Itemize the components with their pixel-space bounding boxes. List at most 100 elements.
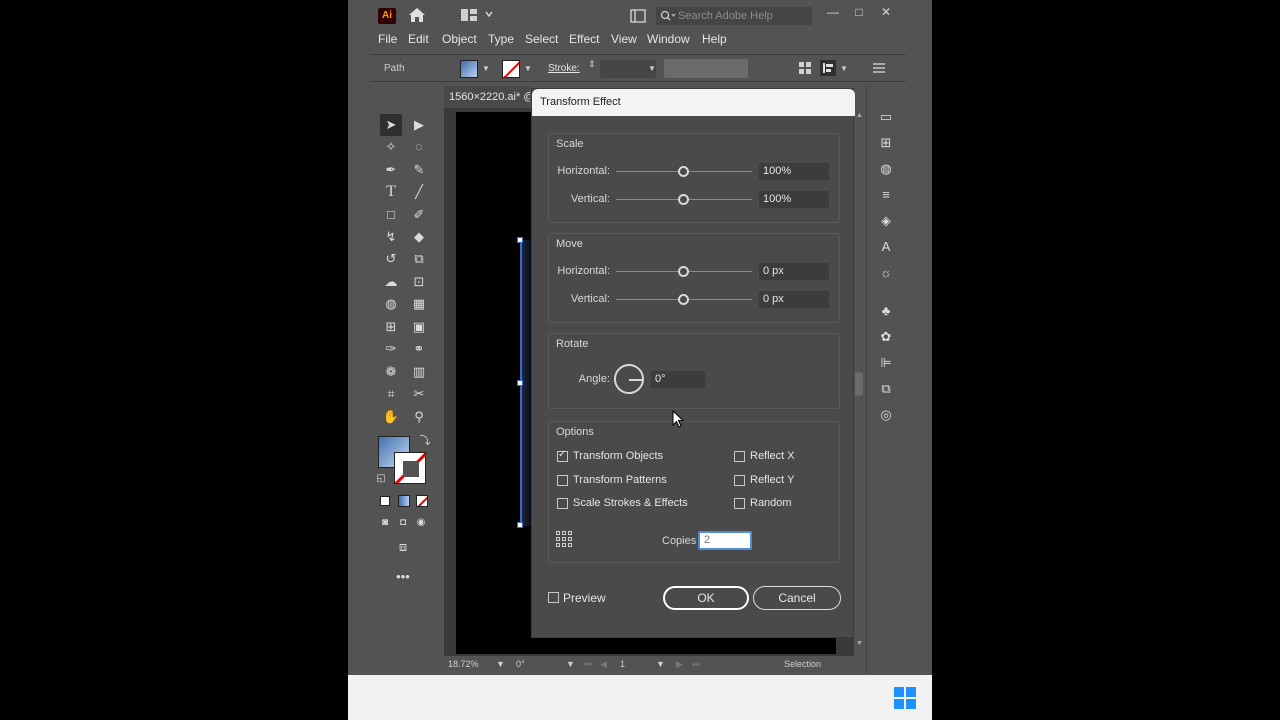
menu-type[interactable]: Type	[488, 32, 514, 46]
gradient-mode-icon[interactable]	[398, 495, 410, 507]
angle-dial-icon[interactable]	[614, 364, 644, 394]
rectangle-tool-icon[interactable]: □	[380, 204, 402, 226]
libraries-panel-icon[interactable]: ⊞	[877, 134, 895, 152]
dialog-title[interactable]: Transform Effect	[532, 89, 855, 116]
chevron-down-icon[interactable]: ▼	[482, 64, 490, 73]
angle-input[interactable]: 0°	[651, 371, 705, 388]
stroke-label[interactable]: Stroke:	[548, 63, 580, 74]
warp-tool-icon[interactable]: ☁	[380, 271, 402, 293]
first-artboard-icon[interactable]: ⏮	[584, 659, 592, 670]
scale-vertical-input[interactable]: 100%	[759, 191, 829, 208]
windows-start-icon[interactable]	[894, 687, 916, 709]
swap-colors-icon[interactable]: ⤵	[414, 430, 436, 452]
grid-align-icon[interactable]	[798, 61, 812, 75]
eraser-tool-icon[interactable]: ◆	[408, 226, 430, 248]
artboard-number[interactable]: 1	[620, 659, 625, 669]
stroke-color-swatch[interactable]	[394, 452, 426, 484]
scale-tool-icon[interactable]: ⧉	[408, 248, 430, 270]
type-tool-icon[interactable]: T	[380, 181, 402, 203]
stroke-stepper-icon[interactable]: ⇕	[588, 59, 596, 70]
scale-vertical-knob[interactable]	[678, 194, 689, 205]
chevron-down-icon[interactable]: ▼	[840, 64, 848, 73]
chevron-down-icon[interactable]	[484, 9, 494, 19]
properties-panel-icon[interactable]: ▭	[877, 108, 895, 126]
reflect-y-checkbox[interactable]	[734, 475, 745, 486]
last-artboard-icon[interactable]: ⏭	[692, 659, 700, 670]
character-panel-icon[interactable]: A	[877, 238, 895, 256]
color-panel-icon[interactable]: ◍	[877, 160, 895, 178]
mesh-tool-icon[interactable]: ⊞	[380, 316, 402, 338]
direct-selection-tool-icon[interactable]: ▶	[408, 114, 430, 136]
search-input[interactable]: Search Adobe Help	[656, 7, 812, 25]
align-icon[interactable]	[820, 60, 836, 76]
symbols-panel-icon[interactable]: ♣	[877, 302, 895, 320]
close-button[interactable]: ✕	[877, 4, 895, 20]
slice-tool-icon[interactable]: ✂	[408, 383, 430, 405]
panel-menu-icon[interactable]	[872, 62, 886, 74]
transform-panel-icon[interactable]: ⧉	[877, 380, 895, 398]
document-tab[interactable]: 1560×2220.ai* @	[444, 86, 530, 108]
move-horizontal-input[interactable]: 0 px	[759, 263, 829, 280]
move-horizontal-knob[interactable]	[678, 266, 689, 277]
selection-tool-icon[interactable]: ➤	[380, 114, 402, 136]
draw-inside-icon[interactable]: ◉	[410, 512, 432, 534]
artboard-tool-icon[interactable]: ⌗	[380, 383, 402, 405]
blend-tool-icon[interactable]: ⚭	[408, 338, 430, 360]
scrollbar-thumb[interactable]	[855, 372, 863, 396]
preview-checkbox[interactable]	[548, 592, 559, 603]
transform-objects-checkbox[interactable]	[557, 449, 568, 462]
minimize-button[interactable]: —	[824, 4, 842, 20]
screen-mode-icon[interactable]: ⧈	[392, 536, 414, 558]
transform-patterns-label[interactable]: Transform Patterns	[573, 474, 667, 486]
line-tool-icon[interactable]: ╱	[408, 181, 430, 203]
more-tools-icon[interactable]: •••	[392, 566, 414, 588]
paintbrush-tool-icon[interactable]: ✐	[408, 204, 430, 226]
curvature-tool-icon[interactable]: ✎	[408, 159, 430, 181]
lasso-tool-icon[interactable]: ◌	[408, 136, 430, 158]
transform-patterns-checkbox[interactable]	[557, 475, 568, 486]
layers-panel-icon[interactable]: ◈	[877, 212, 895, 230]
maximize-button[interactable]: □	[850, 4, 868, 20]
brushes-panel-icon[interactable]: ✿	[877, 328, 895, 346]
zoom-tool-icon[interactable]: ⚲	[408, 406, 430, 428]
next-artboard-icon[interactable]: ▶	[676, 659, 683, 670]
menu-select[interactable]: Select	[525, 32, 558, 46]
rotation-value[interactable]: 0°	[516, 659, 525, 669]
chevron-down-icon[interactable]: ▼	[524, 64, 532, 73]
scale-horizontal-knob[interactable]	[678, 166, 689, 177]
adjust-panel-icon[interactable]: ≡	[877, 186, 895, 204]
reflect-y-label[interactable]: Reflect Y	[750, 474, 794, 486]
reflect-x-label[interactable]: Reflect X	[750, 450, 795, 462]
menu-view[interactable]: View	[611, 32, 637, 46]
color-mode-icon[interactable]	[380, 496, 390, 506]
workspace-icon[interactable]	[460, 8, 478, 22]
cancel-button[interactable]: Cancel	[753, 586, 841, 610]
chevron-down-icon[interactable]: ▼	[566, 659, 575, 669]
path-anchor-top[interactable]	[517, 237, 523, 243]
appearance-panel-icon[interactable]: ☼	[877, 264, 895, 282]
menu-file[interactable]: File	[378, 32, 397, 46]
scale-strokes-checkbox[interactable]	[557, 498, 568, 509]
gradient-tool-icon[interactable]: ▣	[408, 316, 430, 338]
path-anchor-bottom[interactable]	[517, 522, 523, 528]
menu-help[interactable]: Help	[702, 32, 727, 46]
random-checkbox[interactable]	[734, 498, 745, 509]
reference-point-icon[interactable]	[556, 531, 574, 549]
scale-strokes-label[interactable]: Scale Strokes & Effects	[573, 497, 688, 509]
rotate-tool-icon[interactable]: ↺	[380, 248, 402, 270]
hand-tool-icon[interactable]: ✋	[380, 406, 402, 428]
menu-edit[interactable]: Edit	[408, 32, 429, 46]
move-vertical-input[interactable]: 0 px	[759, 291, 829, 308]
default-colors-icon[interactable]: ◱	[370, 468, 392, 490]
menu-object[interactable]: Object	[442, 32, 477, 46]
chevron-down-icon[interactable]: ▼	[656, 659, 665, 669]
move-vertical-knob[interactable]	[678, 294, 689, 305]
previous-artboard-icon[interactable]: ◀	[600, 659, 607, 670]
copies-input[interactable]: 2	[698, 531, 752, 550]
perspective-grid-tool-icon[interactable]: ▦	[408, 293, 430, 315]
home-icon[interactable]	[408, 7, 426, 23]
scale-horizontal-input[interactable]: 100%	[759, 163, 829, 180]
stroke-swatch[interactable]	[502, 60, 520, 78]
status-text[interactable]: Selection	[784, 659, 821, 669]
align-panel-icon[interactable]: ⊫	[877, 354, 895, 372]
